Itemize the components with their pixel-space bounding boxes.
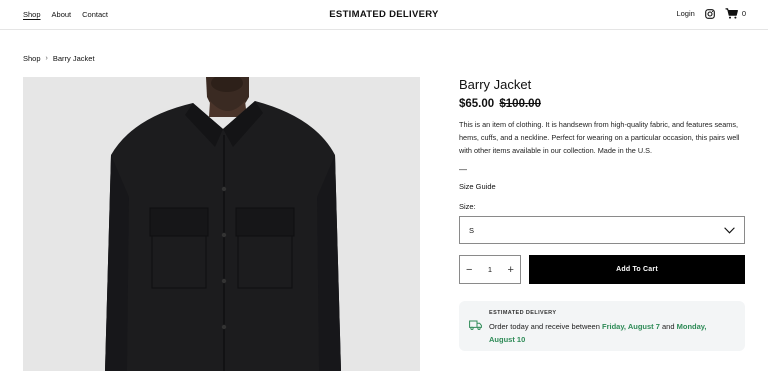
header-actions: Login 0: [676, 8, 746, 19]
breadcrumb: Shop › Barry Jacket: [23, 54, 95, 63]
add-to-cart-button[interactable]: Add To Cart: [529, 255, 745, 285]
breadcrumb-shop[interactable]: Shop: [23, 54, 41, 63]
product-description: This is an item of clothing. It is hands…: [459, 120, 740, 155]
quantity-stepper: − 1 +: [459, 255, 521, 285]
instagram-icon[interactable]: [704, 8, 715, 19]
price-block: $65.00 $100.00: [459, 98, 745, 110]
purchase-row: − 1 + Add To Cart: [459, 255, 745, 285]
estimated-delivery-box: ESTIMATED DELIVERY Order today and recei…: [459, 301, 745, 352]
size-select[interactable]: S: [459, 216, 745, 245]
delivery-text-before: Order today and receive between: [489, 322, 602, 332]
quantity-value[interactable]: 1: [488, 265, 492, 274]
site-brand[interactable]: ESTIMATED DELIVERY: [0, 9, 768, 20]
breadcrumb-current: Barry Jacket: [52, 54, 95, 63]
delivery-text: Order today and receive between Friday, …: [489, 320, 729, 346]
compare-price: $100.00: [499, 98, 541, 110]
cart-count: 0: [741, 9, 746, 18]
delivery-text-middle: and: [659, 322, 677, 332]
size-select-value: S: [469, 225, 475, 235]
cart-icon: [725, 8, 738, 19]
cart-button[interactable]: 0: [725, 8, 746, 19]
divider-dash: —: [459, 165, 467, 175]
chevron-down-icon: [724, 227, 735, 234]
site-header: Shop About Contact ESTIMATED DELIVERY Lo…: [0, 0, 768, 30]
size-label: Size:: [459, 202, 476, 212]
delivery-date-start: Friday, August 7: [601, 322, 660, 332]
product-title: Barry Jacket: [459, 77, 532, 92]
quantity-increase-button[interactable]: +: [508, 264, 514, 276]
delivery-heading: ESTIMATED DELIVERY: [489, 310, 557, 317]
size-guide-link[interactable]: Size Guide: [459, 182, 745, 191]
product-info: Barry Jacket $65.00 $100.00 This is an i…: [459, 77, 745, 352]
quantity-decrease-button[interactable]: −: [466, 264, 472, 276]
breadcrumb-separator: ›: [45, 55, 48, 62]
sale-price: $65.00: [459, 98, 495, 110]
product-image[interactable]: [23, 77, 420, 371]
truck-icon: [469, 320, 482, 331]
login-link[interactable]: Login: [676, 9, 694, 18]
